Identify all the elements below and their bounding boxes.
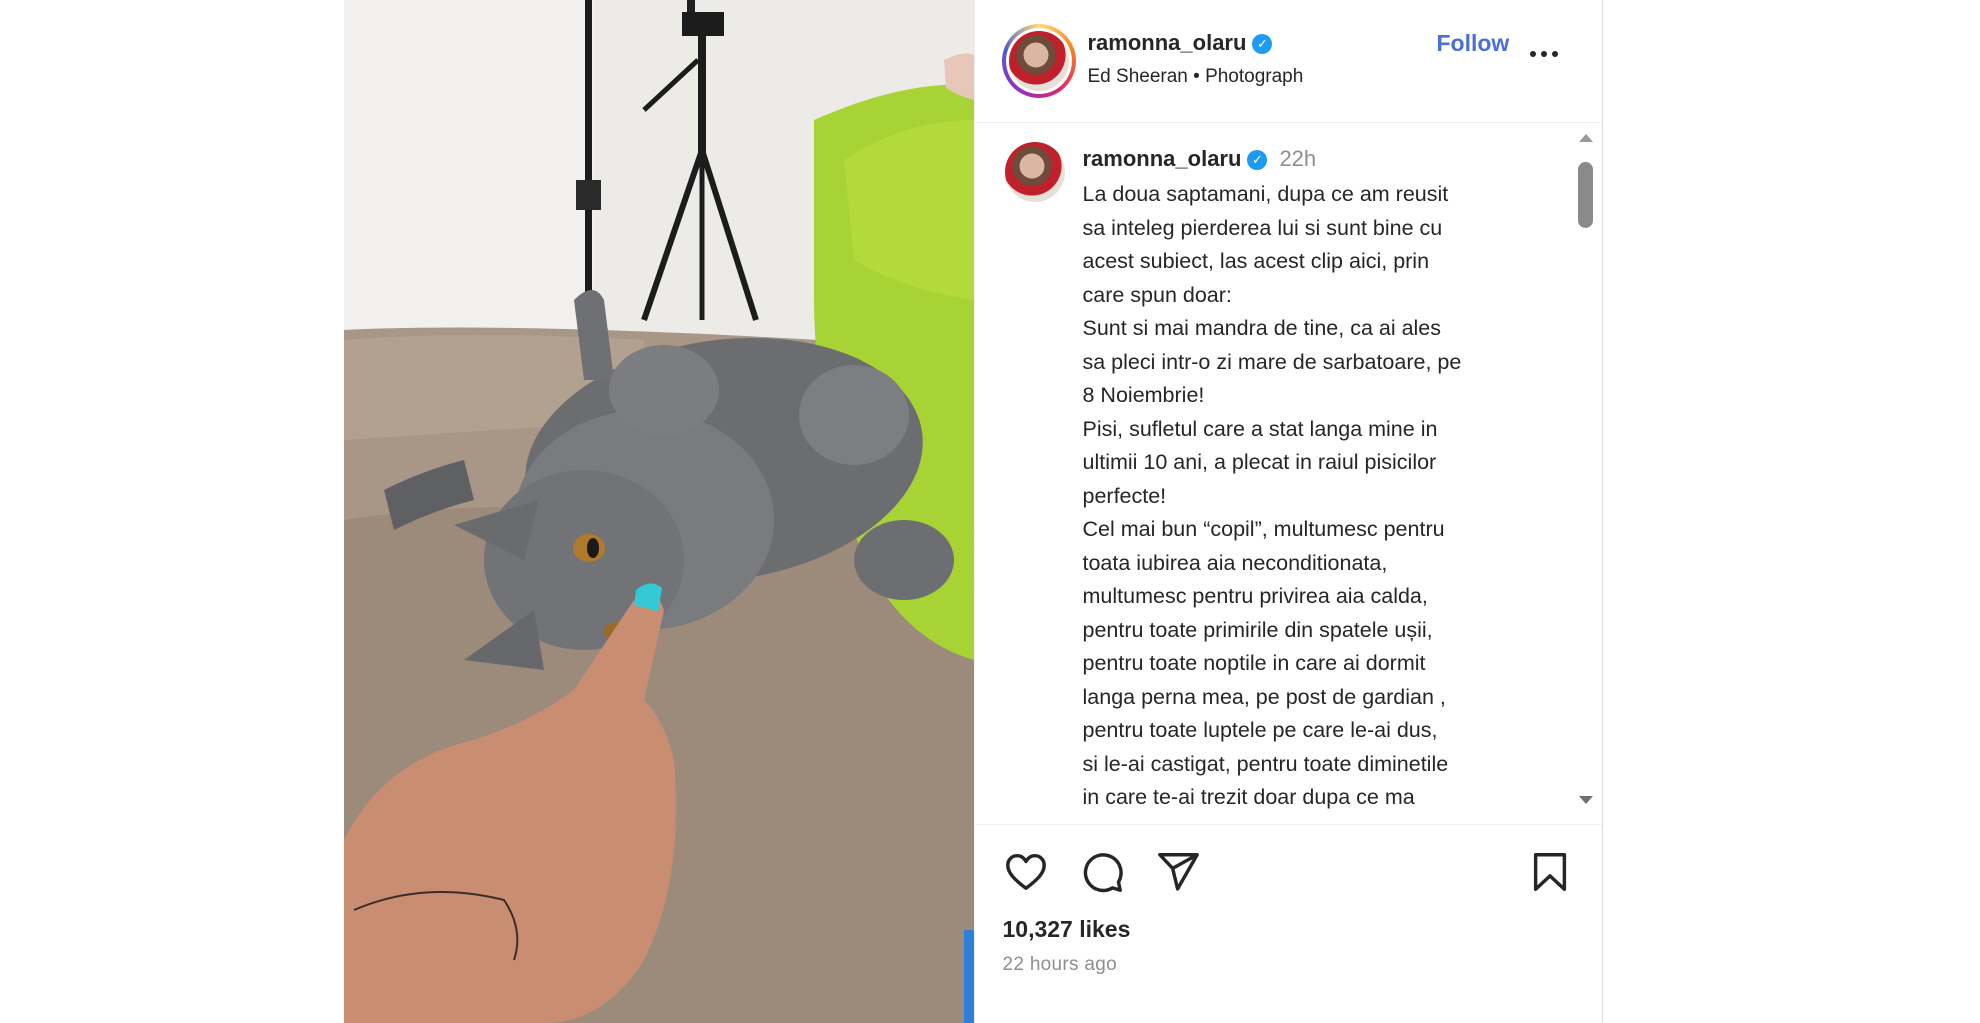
caption-line: care spun doar: [1082,282,1232,307]
follow-button[interactable]: Follow [1437,30,1510,57]
caption-line: in care te-ai trezit doar dupa ce ma [1082,785,1415,809]
cat-photo-illustration [344,0,974,1023]
caption-header: ramonna_olaru ✓ 22h [1083,146,1317,172]
caption-timestamp[interactable]: 22h [1279,146,1316,171]
avatar-image [1008,31,1069,91]
heart-icon[interactable] [1003,849,1049,895]
post-actions: 10,327 likes 22 hours ago [974,824,1604,1023]
post-timestamp[interactable]: 22 hours ago [1003,954,1118,976]
verified-badge-icon: ✓ [1252,34,1273,54]
verified-badge-icon: ✓ [1247,150,1268,170]
caption-text: La doua saptamani, dupa ce am reusit sa … [1083,178,1553,815]
caption-author-username[interactable]: ramonna_olaru [1083,146,1242,171]
caption-line: toata iubirea aia neconditionata, [1082,550,1388,575]
scroll-up-arrow-icon[interactable] [1578,134,1593,142]
caption-line: perfecte! [1082,483,1167,508]
audio-attribution[interactable]: Ed Sheeran • Photograph [1088,66,1304,88]
caption-line: Pisi, sufletul care a stat langa mine in [1082,416,1438,441]
caption-line: La doua saptamani, dupa ce am reusit [1082,182,1449,206]
caption-line: sa inteleg pierderea lui si sunt bine cu [1082,215,1443,240]
scrollbar-thumb[interactable] [1577,162,1593,228]
author-avatar[interactable] [1001,24,1076,98]
post-photo[interactable] [344,0,974,1023]
caption-line: pentru toate primirile din spatele ușii, [1082,617,1433,642]
caption-line: pentru toate noptile in care ai dormit [1082,651,1426,675]
caption-line: Sunt si mai mandra de tine, ca ai ales [1082,316,1442,340]
comment-icon[interactable] [1079,849,1125,895]
caption-section: ramonna_olaru ✓ 22h La doua saptamani, dup… [975,124,1604,824]
likes-count[interactable]: 10,327 likes [1003,916,1131,943]
author-username-text: ramonna_olaru [1087,30,1247,55]
instagram-post: ramonna_olaru ✓ Ed Sheeran • Photograph F… [344,0,1604,1023]
scroll-down-arrow-icon[interactable] [1578,796,1593,804]
caption-line: ultimii 10 ani, a plecat in raiul pisici… [1082,450,1437,474]
caption-author-avatar[interactable] [1004,142,1065,202]
caption-scrollbar[interactable] [1576,134,1594,804]
caption-line: sa pleci intr-o zi mare de sarbatoare, p… [1082,349,1462,374]
post-header: ramonna_olaru ✓ Ed Sheeran • Photograph F… [974,0,1604,123]
caption-line: acest subiect, las acest clip aici, prin [1082,249,1430,273]
caption-line: multumesc pentru privirea aia calda, [1082,584,1428,608]
caption-line: langa perna mea, pe post de gardian , [1082,684,1446,709]
author-username[interactable]: ramonna_olaru ✓ [1088,30,1273,56]
caption-line: pentru toate luptele pe care le-ai dus, [1082,718,1438,742]
more-options-icon[interactable] [1529,44,1570,64]
caption-line: si le-ai castigat, pentru toate dimineti… [1082,751,1449,776]
share-icon[interactable] [1155,849,1201,895]
post-side-panel: ramonna_olaru ✓ Ed Sheeran • Photograph F… [973,0,1604,1023]
caption-line: 8 Noiembrie! [1082,383,1205,407]
bookmark-icon[interactable] [1527,849,1573,895]
caption-line: Cel mai bun “copil”, multumesc pentru [1082,517,1445,541]
